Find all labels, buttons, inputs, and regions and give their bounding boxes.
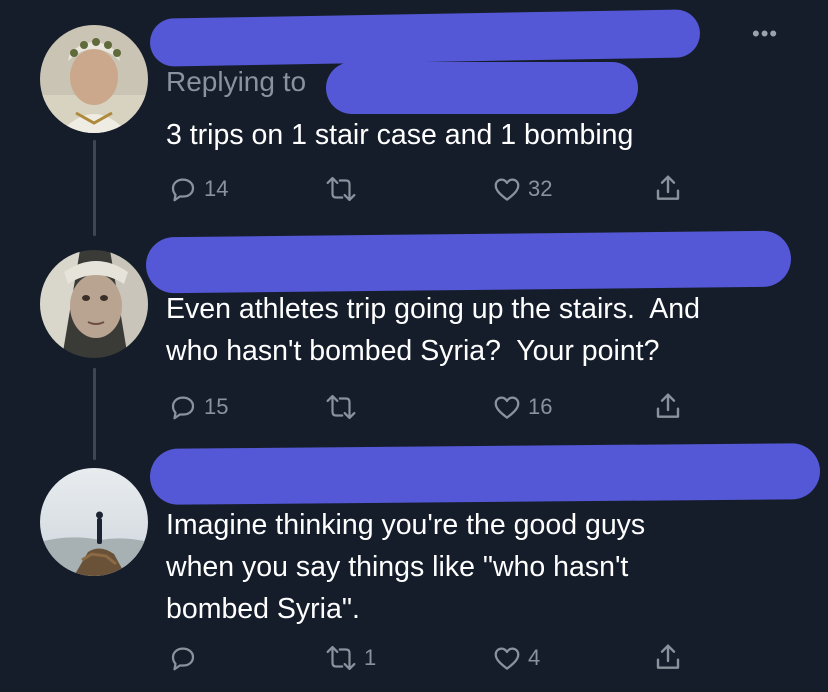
retweet-icon (326, 394, 356, 420)
redacted-reply-target (326, 62, 638, 114)
retweet-button[interactable] (324, 174, 364, 204)
avatar-image (40, 25, 148, 133)
share-button[interactable] (652, 641, 684, 673)
tweet-text-line: bombed Syria". (166, 593, 360, 625)
retweet-button[interactable]: 1 (324, 643, 376, 673)
tweet-text-line: Even athletes trip going up the stairs. … (166, 293, 700, 325)
heart-icon (494, 647, 520, 670)
avatar[interactable] (40, 250, 148, 358)
thread-connector (93, 368, 96, 460)
retweet-count: 1 (364, 645, 377, 670)
redacted-username (145, 230, 792, 294)
avatar-image (40, 250, 148, 358)
retweet-icon (326, 645, 356, 671)
share-button[interactable] (652, 390, 684, 422)
more-options-icon[interactable]: ••• (752, 23, 792, 45)
reply-count: 14 (204, 176, 229, 201)
reply-button[interactable]: 14 (168, 174, 228, 204)
retweet-icon (326, 176, 356, 202)
like-count: 32 (528, 176, 553, 201)
avatar-image (40, 468, 148, 576)
like-button[interactable]: 32 (492, 174, 552, 204)
like-count: 4 (528, 645, 541, 670)
avatar[interactable] (40, 25, 148, 133)
thread-connector (93, 140, 96, 236)
share-icon (656, 644, 680, 669)
retweet-button[interactable] (324, 392, 364, 422)
reply-button[interactable] (168, 643, 204, 673)
tweet-text-line: when you say things like "who hasn't (166, 551, 629, 583)
like-button[interactable]: 4 (492, 643, 540, 673)
redacted-username (149, 9, 701, 67)
share-icon (656, 175, 680, 200)
share-button[interactable] (652, 172, 684, 204)
heart-icon (494, 396, 520, 419)
like-button[interactable]: 16 (492, 392, 552, 422)
reply-icon (171, 396, 195, 420)
tweet-text-line: who hasn't bombed Syria? Your point? (166, 335, 660, 367)
like-count: 16 (528, 394, 553, 419)
reply-button[interactable]: 15 (168, 392, 228, 422)
replying-to-label: Replying to (166, 66, 307, 97)
avatar[interactable] (40, 468, 148, 576)
share-icon (656, 393, 680, 418)
tweet-text-line: Imagine thinking you're the good guys (166, 509, 646, 541)
redacted-username (149, 443, 821, 505)
tweet-text: 3 trips on 1 stair case and 1 bombing (166, 119, 634, 151)
reply-count: 15 (204, 394, 229, 419)
heart-icon (494, 178, 520, 201)
reply-icon (171, 178, 195, 202)
reply-icon (171, 647, 195, 671)
